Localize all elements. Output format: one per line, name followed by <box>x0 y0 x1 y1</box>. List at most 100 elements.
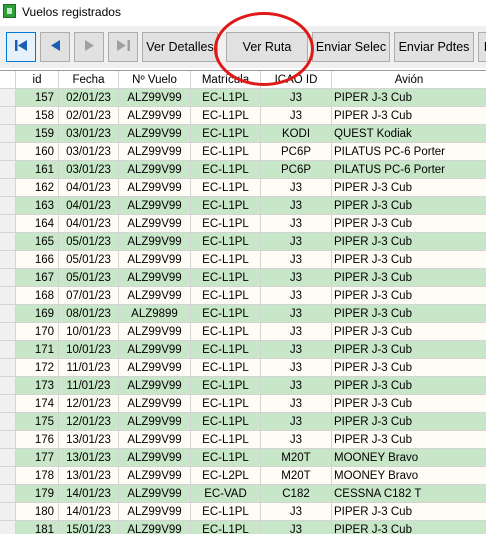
cell-fecha[interactable]: 02/01/23 <box>59 107 119 125</box>
cell-vuelo[interactable]: ALZ99V99 <box>119 467 191 485</box>
cell-vuelo[interactable]: ALZ99V99 <box>119 197 191 215</box>
cell-vuelo[interactable]: ALZ99V99 <box>119 413 191 431</box>
cell-matricula[interactable]: EC-L1PL <box>191 215 261 233</box>
cell-vuelo[interactable]: ALZ99V99 <box>119 89 191 107</box>
cell-matricula[interactable]: EC-L2PL <box>191 467 261 485</box>
cell-vuelo[interactable]: ALZ99V99 <box>119 521 191 534</box>
column-header-fecha[interactable]: Fecha <box>59 71 119 89</box>
previous-record-button[interactable] <box>40 32 70 62</box>
cell-id[interactable]: 166 <box>16 251 59 269</box>
cell-vuelo[interactable]: ALZ99V99 <box>119 251 191 269</box>
cell-matricula[interactable]: EC-L1PL <box>191 125 261 143</box>
cell-matricula[interactable]: EC-L1PL <box>191 413 261 431</box>
cell-avion[interactable]: PIPER J-3 Cub <box>332 179 486 197</box>
cell-fecha[interactable]: 11/01/23 <box>59 377 119 395</box>
column-header-matricula[interactable]: Matrícula <box>191 71 261 89</box>
cell-vuelo[interactable]: ALZ99V99 <box>119 233 191 251</box>
cell-id[interactable]: 164 <box>16 215 59 233</box>
cell-icao[interactable]: KODI <box>261 125 332 143</box>
cell-fecha[interactable]: 13/01/23 <box>59 431 119 449</box>
row-selector[interactable] <box>0 341 16 359</box>
cell-fecha[interactable]: 15/01/23 <box>59 521 119 534</box>
cell-fecha[interactable]: 04/01/23 <box>59 179 119 197</box>
cell-avion[interactable]: PIPER J-3 Cub <box>332 395 486 413</box>
cell-fecha[interactable]: 14/01/23 <box>59 503 119 521</box>
cell-matricula[interactable]: EC-L1PL <box>191 449 261 467</box>
table-row[interactable]: 165 05/01/23 ALZ99V99 EC-L1PL J3 PIPER J-3 Cu… <box>0 233 486 251</box>
cell-avion[interactable]: QUEST Kodiak <box>332 125 486 143</box>
cell-matricula[interactable]: EC-L1PL <box>191 179 261 197</box>
cell-fecha[interactable]: 14/01/23 <box>59 485 119 503</box>
cell-icao[interactable]: J3 <box>261 269 332 287</box>
cell-avion[interactable]: PILATUS PC-6 Porter <box>332 161 486 179</box>
cell-vuelo[interactable]: ALZ99V99 <box>119 449 191 467</box>
table-row[interactable]: 168 07/01/23 ALZ99V99 EC-L1PL J3 PIPER J-3 Cu… <box>0 287 486 305</box>
cell-id[interactable]: 181 <box>16 521 59 534</box>
cell-fecha[interactable]: 12/01/23 <box>59 413 119 431</box>
table-row[interactable]: 157 02/01/23 ALZ99V99 EC-L1PL J3 PIPER J-3 Cu… <box>0 89 486 107</box>
cell-id[interactable]: 177 <box>16 449 59 467</box>
cell-fecha[interactable]: 03/01/23 <box>59 161 119 179</box>
cell-id[interactable]: 172 <box>16 359 59 377</box>
cell-id[interactable]: 174 <box>16 395 59 413</box>
column-header-avion[interactable]: Avión <box>332 71 486 89</box>
cell-icao[interactable]: J3 <box>261 323 332 341</box>
column-header-icao[interactable]: ICAO ID <box>261 71 332 89</box>
cell-fecha[interactable]: 05/01/23 <box>59 233 119 251</box>
row-selector[interactable] <box>0 197 16 215</box>
row-selector[interactable] <box>0 161 16 179</box>
row-selector[interactable] <box>0 431 16 449</box>
row-selector[interactable] <box>0 467 16 485</box>
cell-vuelo[interactable]: ALZ99V99 <box>119 341 191 359</box>
cell-matricula[interactable]: EC-L1PL <box>191 359 261 377</box>
cell-matricula[interactable]: EC-L1PL <box>191 233 261 251</box>
cell-vuelo[interactable]: ALZ99V99 <box>119 359 191 377</box>
table-row[interactable]: 159 03/01/23 ALZ99V99 EC-L1PL KODI QUEST Kodi… <box>0 125 486 143</box>
cell-avion[interactable]: PIPER J-3 Cub <box>332 233 486 251</box>
cell-vuelo[interactable]: ALZ99V99 <box>119 395 191 413</box>
row-selector[interactable] <box>0 521 16 534</box>
row-selector[interactable] <box>0 449 16 467</box>
cell-icao[interactable]: J3 <box>261 521 332 534</box>
cell-icao[interactable]: J3 <box>261 305 332 323</box>
cell-id[interactable]: 169 <box>16 305 59 323</box>
cell-icao[interactable]: J3 <box>261 395 332 413</box>
cell-id[interactable]: 168 <box>16 287 59 305</box>
cell-avion[interactable]: PIPER J-3 Cub <box>332 251 486 269</box>
cell-icao[interactable]: J3 <box>261 107 332 125</box>
cell-avion[interactable]: PIPER J-3 Cub <box>332 431 486 449</box>
cell-avion[interactable]: PIPER J-3 Cub <box>332 521 486 534</box>
cell-icao[interactable]: J3 <box>261 503 332 521</box>
cell-vuelo[interactable]: ALZ99V99 <box>119 215 191 233</box>
cell-icao[interactable]: J3 <box>261 377 332 395</box>
row-selector[interactable] <box>0 323 16 341</box>
cell-icao[interactable]: J3 <box>261 287 332 305</box>
cell-avion[interactable]: PIPER J-3 Cub <box>332 377 486 395</box>
cell-fecha[interactable]: 13/01/23 <box>59 449 119 467</box>
cell-icao[interactable]: J3 <box>261 89 332 107</box>
row-selector[interactable] <box>0 377 16 395</box>
cell-fecha[interactable]: 02/01/23 <box>59 89 119 107</box>
row-selector[interactable] <box>0 215 16 233</box>
table-row[interactable]: 172 11/01/23 ALZ99V99 EC-L1PL J3 PIPER J-3 Cu… <box>0 359 486 377</box>
cell-avion[interactable]: PIPER J-3 Cub <box>332 269 486 287</box>
row-selector[interactable] <box>0 359 16 377</box>
cell-id[interactable]: 176 <box>16 431 59 449</box>
cell-fecha[interactable]: 10/01/23 <box>59 341 119 359</box>
ver-detalles-button[interactable]: Ver Detalles <box>142 32 218 62</box>
cell-avion[interactable]: PIPER J-3 Cub <box>332 503 486 521</box>
cell-matricula[interactable]: EC-L1PL <box>191 107 261 125</box>
cell-vuelo[interactable]: ALZ99V99 <box>119 503 191 521</box>
cell-vuelo[interactable]: ALZ99V99 <box>119 431 191 449</box>
cell-fecha[interactable]: 11/01/23 <box>59 359 119 377</box>
cell-matricula[interactable]: EC-L1PL <box>191 89 261 107</box>
cell-avion[interactable]: PIPER J-3 Cub <box>332 89 486 107</box>
cell-fecha[interactable]: 05/01/23 <box>59 269 119 287</box>
cell-fecha[interactable]: 12/01/23 <box>59 395 119 413</box>
cell-vuelo[interactable]: ALZ99V99 <box>119 125 191 143</box>
cell-vuelo[interactable]: ALZ99V99 <box>119 377 191 395</box>
cell-icao[interactable]: J3 <box>261 233 332 251</box>
cell-icao[interactable]: J3 <box>261 251 332 269</box>
cell-id[interactable]: 180 <box>16 503 59 521</box>
cell-vuelo[interactable]: ALZ99V99 <box>119 179 191 197</box>
